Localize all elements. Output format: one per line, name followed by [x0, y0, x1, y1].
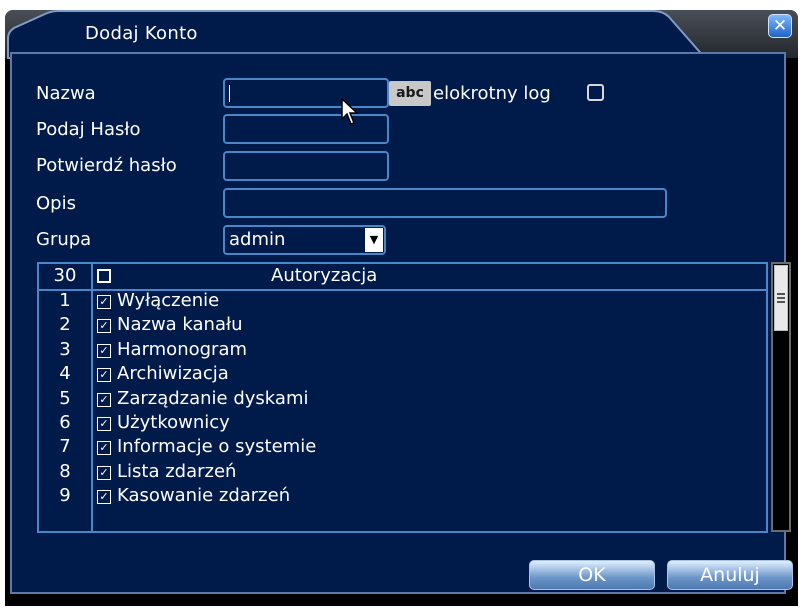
permission-checkbox[interactable]: ✓ [97, 343, 111, 358]
permission-number: 3 [59, 338, 71, 360]
permission-label: Nazwa kanału [117, 314, 243, 336]
permission-label: Zarządzanie dyskami [117, 387, 309, 409]
permission-count: 30 [53, 265, 77, 286]
permission-checkbox[interactable]: ✓ [97, 417, 111, 431]
permission-checkbox[interactable]: ✓ [97, 319, 111, 334]
permissions-table: 30 Autoryzacja 1 ✓ Wyłączenie 2 ✓ Nazwa kanał… [37, 262, 768, 533]
confirm-password-input[interactable] [223, 151, 389, 181]
permission-row[interactable]: 2 ✓ Nazwa kanału [39, 314, 766, 338]
permission-label: Harmonogram [117, 338, 248, 360]
description-label: Opis [36, 193, 76, 214]
permission-checkbox[interactable]: ✓ [97, 441, 111, 456]
close-icon: ✕ [772, 16, 788, 36]
permission-label: Kasowanie zdarzeń [117, 485, 291, 507]
permission-row[interactable]: 4 ✓ Archiwizacja [39, 363, 766, 387]
permissions-header: Autoryzacja [271, 265, 378, 286]
name-label: Nazwa [36, 83, 96, 104]
description-input[interactable] [223, 188, 667, 218]
scroll-thumb[interactable] [774, 265, 788, 331]
group-label: Grupa [36, 229, 92, 250]
permission-row[interactable]: 9 ✓ Kasowanie zdarzeń [39, 485, 766, 509]
permission-label: Użytkownicy [117, 412, 230, 433]
cancel-button[interactable]: Anuluj [667, 560, 793, 590]
select-all-checkbox[interactable] [97, 269, 111, 283]
permission-checkbox[interactable]: ✓ [97, 465, 111, 480]
permission-number: 9 [59, 485, 71, 507]
permission-row[interactable]: 8 ✓ Lista zdarzeń [39, 461, 766, 485]
scrollbar[interactable] [771, 262, 791, 532]
permission-number: 8 [59, 460, 71, 482]
confirm-password-label: Potwierdź hasło [36, 155, 177, 176]
permission-number: 4 [59, 363, 71, 385]
multi-login-checkbox[interactable] [587, 84, 604, 101]
permission-label: Informacje o systemie [117, 436, 317, 458]
permission-label: Archiwizacja [117, 363, 229, 385]
password-label: Podaj Hasło [36, 119, 141, 140]
permission-row[interactable]: 3 ✓ Harmonogram [39, 339, 766, 363]
permission-checkbox[interactable]: ✓ [97, 490, 111, 505]
permission-number: 7 [59, 436, 71, 458]
multi-login-label: elokrotny log [433, 83, 551, 104]
close-button[interactable]: ✕ [768, 14, 792, 38]
name-input[interactable] [223, 78, 389, 108]
mouse-pointer-icon [341, 98, 359, 125]
chevron-down-icon[interactable]: ▼ [365, 228, 383, 252]
text-caret [229, 85, 230, 102]
keyboard-button[interactable]: abc [389, 81, 431, 106]
group-selected-value: admin [229, 229, 286, 250]
permission-row[interactable]: 6 ✓ Użytkownicy [39, 412, 766, 436]
group-select[interactable]: admin ▼ [223, 225, 386, 255]
permission-checkbox[interactable]: ✓ [97, 392, 111, 407]
permission-number: 2 [59, 314, 71, 336]
password-input[interactable] [223, 114, 389, 144]
dialog-title: Dodaj Konto [85, 23, 198, 44]
permission-row[interactable]: 7 ✓ Informacje o systemie [39, 436, 766, 460]
permission-row[interactable]: 1 ✓ Wyłączenie [39, 290, 766, 314]
permission-row[interactable]: 5 ✓ Zarządzanie dyskami [39, 388, 766, 412]
permission-label: Lista zdarzeń [117, 460, 237, 482]
permission-number: 1 [59, 290, 71, 311]
permission-number: 6 [59, 412, 71, 433]
permission-number: 5 [59, 387, 71, 409]
permission-checkbox[interactable]: ✓ [97, 368, 111, 383]
ok-button[interactable]: OK [529, 560, 655, 590]
permission-label: Wyłączenie [117, 290, 220, 311]
permission-checkbox[interactable]: ✓ [97, 295, 111, 309]
table-header: 30 Autoryzacja [39, 264, 766, 291]
